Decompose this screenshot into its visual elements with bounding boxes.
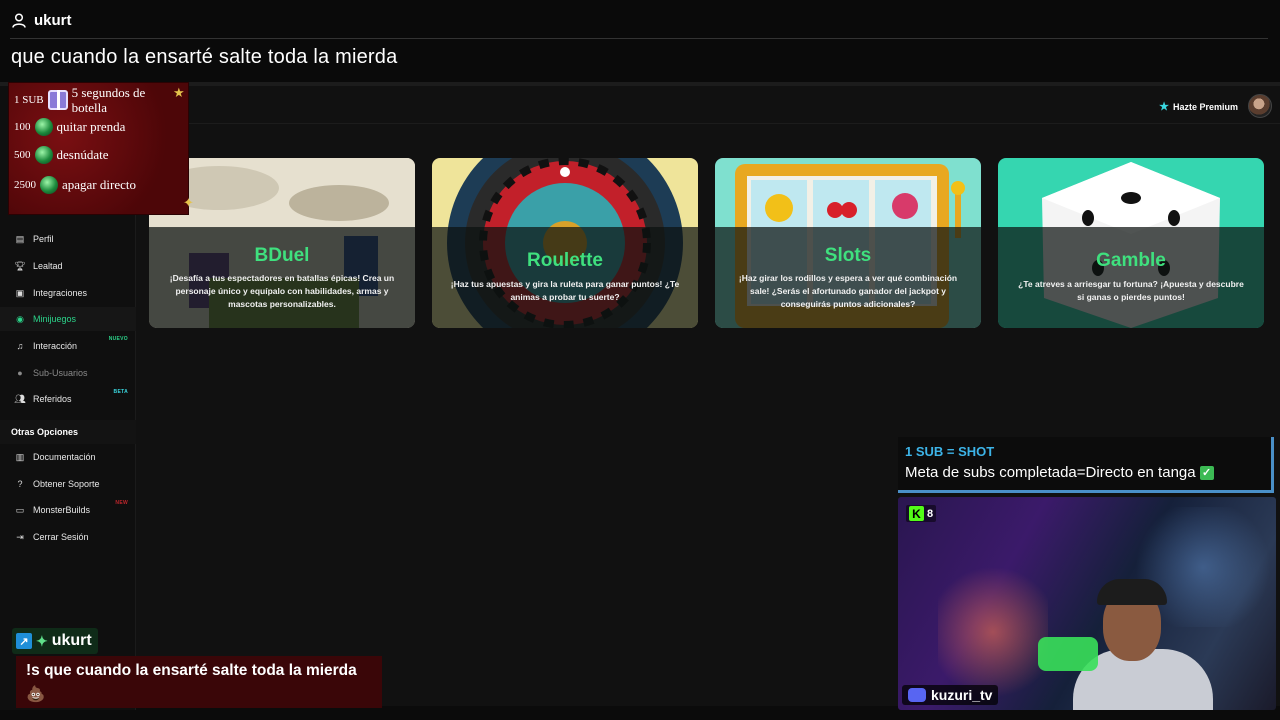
gem-icon: [40, 176, 58, 194]
webcam-feed: K 8 kuzuri_tv: [898, 497, 1276, 710]
gem-icon: [34, 146, 53, 164]
sidebar-item-label: Lealtad: [33, 261, 63, 271]
badge-icon: ↗: [16, 633, 32, 649]
sidebar-item-label: Minijuegos: [33, 314, 77, 324]
goal-label: 5 segundos de botella: [71, 85, 146, 115]
goal-label: apagar directo: [62, 177, 136, 192]
monitor-icon: ▭: [15, 504, 25, 515]
chat-popup-username: ukurt: [51, 632, 92, 649]
sidebar-item-integraciones[interactable]: ▣ Integraciones: [0, 281, 136, 305]
goal-item: 100 quitar prenda: [14, 118, 125, 136]
sidebar-item-label: Perfil: [33, 234, 54, 244]
sidebar-item-label: Interacción: [33, 341, 78, 351]
game-card-roulette[interactable]: Roulette ¡Haz tus apuestas y gira la rul…: [432, 158, 698, 328]
sub-goal-text-row: Meta de subs completada=Directo en tanga…: [905, 464, 1214, 481]
chat-message: que cuando la ensarté salte toda la mier…: [11, 46, 398, 68]
kick-icon: K: [909, 506, 924, 521]
sub-goal-text: Meta de subs completada=Directo en tanga: [905, 464, 1196, 481]
goal-item: 500 desnúdate: [14, 146, 108, 164]
sub-goal-heading: 1 SUB = SHOT: [905, 444, 995, 459]
sidebar-item-label: Referidos: [33, 394, 72, 404]
new-badge: NUEVO: [108, 336, 128, 342]
sidebar-item-label: Sub-Usuarios: [33, 368, 88, 378]
sidebar-item-label: Obtener Soporte: [33, 479, 100, 489]
sidebar-item-referidos[interactable]: 👥︎ Referidos BETA: [0, 387, 136, 411]
user-group-icon: 👥︎: [14, 393, 26, 404]
sidebar-item-monsterbuilds[interactable]: ▭ MonsterBuilds NEW: [0, 498, 136, 522]
check-icon: ✓: [1199, 465, 1214, 480]
divider: [10, 38, 1268, 39]
game-description: ¿Te atreves a arriesgar tu fortuna? ¡Apu…: [1018, 279, 1244, 302]
premium-label: Hazte Premium: [1172, 101, 1238, 112]
sparkle-icon: ★: [173, 85, 185, 100]
sidebar-item-documentacion[interactable]: ▥ Documentación: [0, 445, 136, 469]
sidebar-item-cerrar-sesion[interactable]: ⇥ Cerrar Sesión: [0, 525, 136, 549]
game-description: ¡Desafía a tus espectadores en batallas …: [169, 273, 395, 309]
discord-name: kuzuri_tv: [931, 687, 993, 703]
chat-popup-message: !s que cuando la ensarté salte toda la m…: [16, 656, 382, 708]
viewer-count: 8: [927, 507, 934, 520]
premium-button[interactable]: ★ Hazte Premium: [1159, 100, 1238, 113]
game-description: ¡Haz tus apuestas y gira la ruleta para …: [450, 279, 680, 302]
id-card-icon: ▤: [15, 233, 25, 244]
goal-amount: 500: [14, 149, 31, 161]
avatar[interactable]: [1248, 94, 1272, 118]
goal-item: 2500 apagar directo: [14, 176, 136, 194]
sparkle-icon: ✦: [183, 195, 194, 210]
plug-icon: ▣: [15, 287, 25, 298]
game-title: BDuel: [254, 245, 310, 266]
app-header: ★ Hazte Premium: [136, 86, 1280, 124]
gamepad-icon: ◉: [16, 313, 24, 324]
discord-icon: [908, 688, 926, 702]
goal-label: desnúdate: [56, 147, 109, 162]
game-card-gamble[interactable]: Gamble ¿Te atreves a arriesgar tu fortun…: [998, 158, 1264, 328]
game-card-slots[interactable]: Slots ¡Haz girar los rodillos y espera a…: [715, 158, 981, 328]
game-title: Slots: [824, 245, 872, 266]
game-title: Gamble: [1096, 250, 1166, 271]
sidebar-item-minijuegos[interactable]: ◉ Minijuegos: [0, 307, 136, 331]
sidebar-item-label: Integraciones: [33, 288, 88, 298]
kick-viewer-count: K 8: [906, 505, 937, 522]
users-icon: ●: [17, 368, 23, 378]
chat-bar: ukurt que cuando la ensarté salte toda l…: [0, 0, 1280, 82]
game-title: Roulette: [527, 250, 603, 271]
section-title: Otras Opciones: [0, 420, 136, 444]
beta-badge: BETA: [113, 389, 128, 395]
book-icon: ▥: [15, 451, 25, 462]
sidebar-item-interaccion[interactable]: ♫ Interacción NUEVO: [0, 334, 136, 358]
sidebar-item-label: Documentación: [33, 452, 96, 462]
goal-item: 1 SUB 5 segundos de botella: [14, 85, 172, 115]
sidebar-item-label: Cerrar Sesión: [33, 532, 89, 542]
sparkle-icon: ✦: [36, 632, 48, 649]
chat-user: ukurt: [12, 12, 72, 29]
music-icon: ♫: [16, 341, 24, 351]
new-badge: NEW: [115, 500, 128, 506]
chat-username: ukurt: [34, 12, 72, 29]
sidebar-item-perfil[interactable]: ▤ Perfil: [0, 227, 136, 251]
goals-panel: ★ ✦ 1 SUB 5 segundos de botella 100 quit…: [8, 82, 194, 215]
goal-amount: 2500: [14, 179, 36, 191]
trophy-icon: 🏆︎: [14, 260, 26, 271]
star-icon: ★: [1159, 101, 1169, 113]
goal-amount: 1 SUB: [14, 94, 44, 106]
sidebar-item-soporte[interactable]: ? Obtener Soporte: [0, 472, 136, 496]
chat-popup: ↗ ✦ ukurt !s que cuando la ensarté salte…: [8, 628, 382, 708]
sidebar-item-lealtad[interactable]: 🏆︎ Lealtad: [0, 254, 136, 278]
microphone: [1038, 637, 1098, 671]
gift-icon: [47, 90, 68, 110]
sub-goal-panel: 1 SUB = SHOT Meta de subs completada=Dir…: [898, 437, 1274, 493]
sidebar-item-label: MonsterBuilds: [33, 505, 91, 515]
chat-popup-user: ↗ ✦ ukurt: [12, 628, 98, 654]
question-icon: ?: [17, 479, 23, 489]
game-description: ¡Haz girar los rodillos y espera a ver q…: [738, 273, 958, 309]
goal-amount: 100: [14, 121, 31, 133]
discord-tag: kuzuri_tv: [902, 685, 999, 705]
sidebar-item-sub-usuarios[interactable]: ● Sub-Usuarios: [0, 361, 136, 385]
logout-icon: ⇥: [16, 531, 24, 542]
user-icon: [12, 13, 26, 28]
gem-icon: [34, 118, 53, 136]
goal-label: quitar prenda: [56, 119, 126, 134]
